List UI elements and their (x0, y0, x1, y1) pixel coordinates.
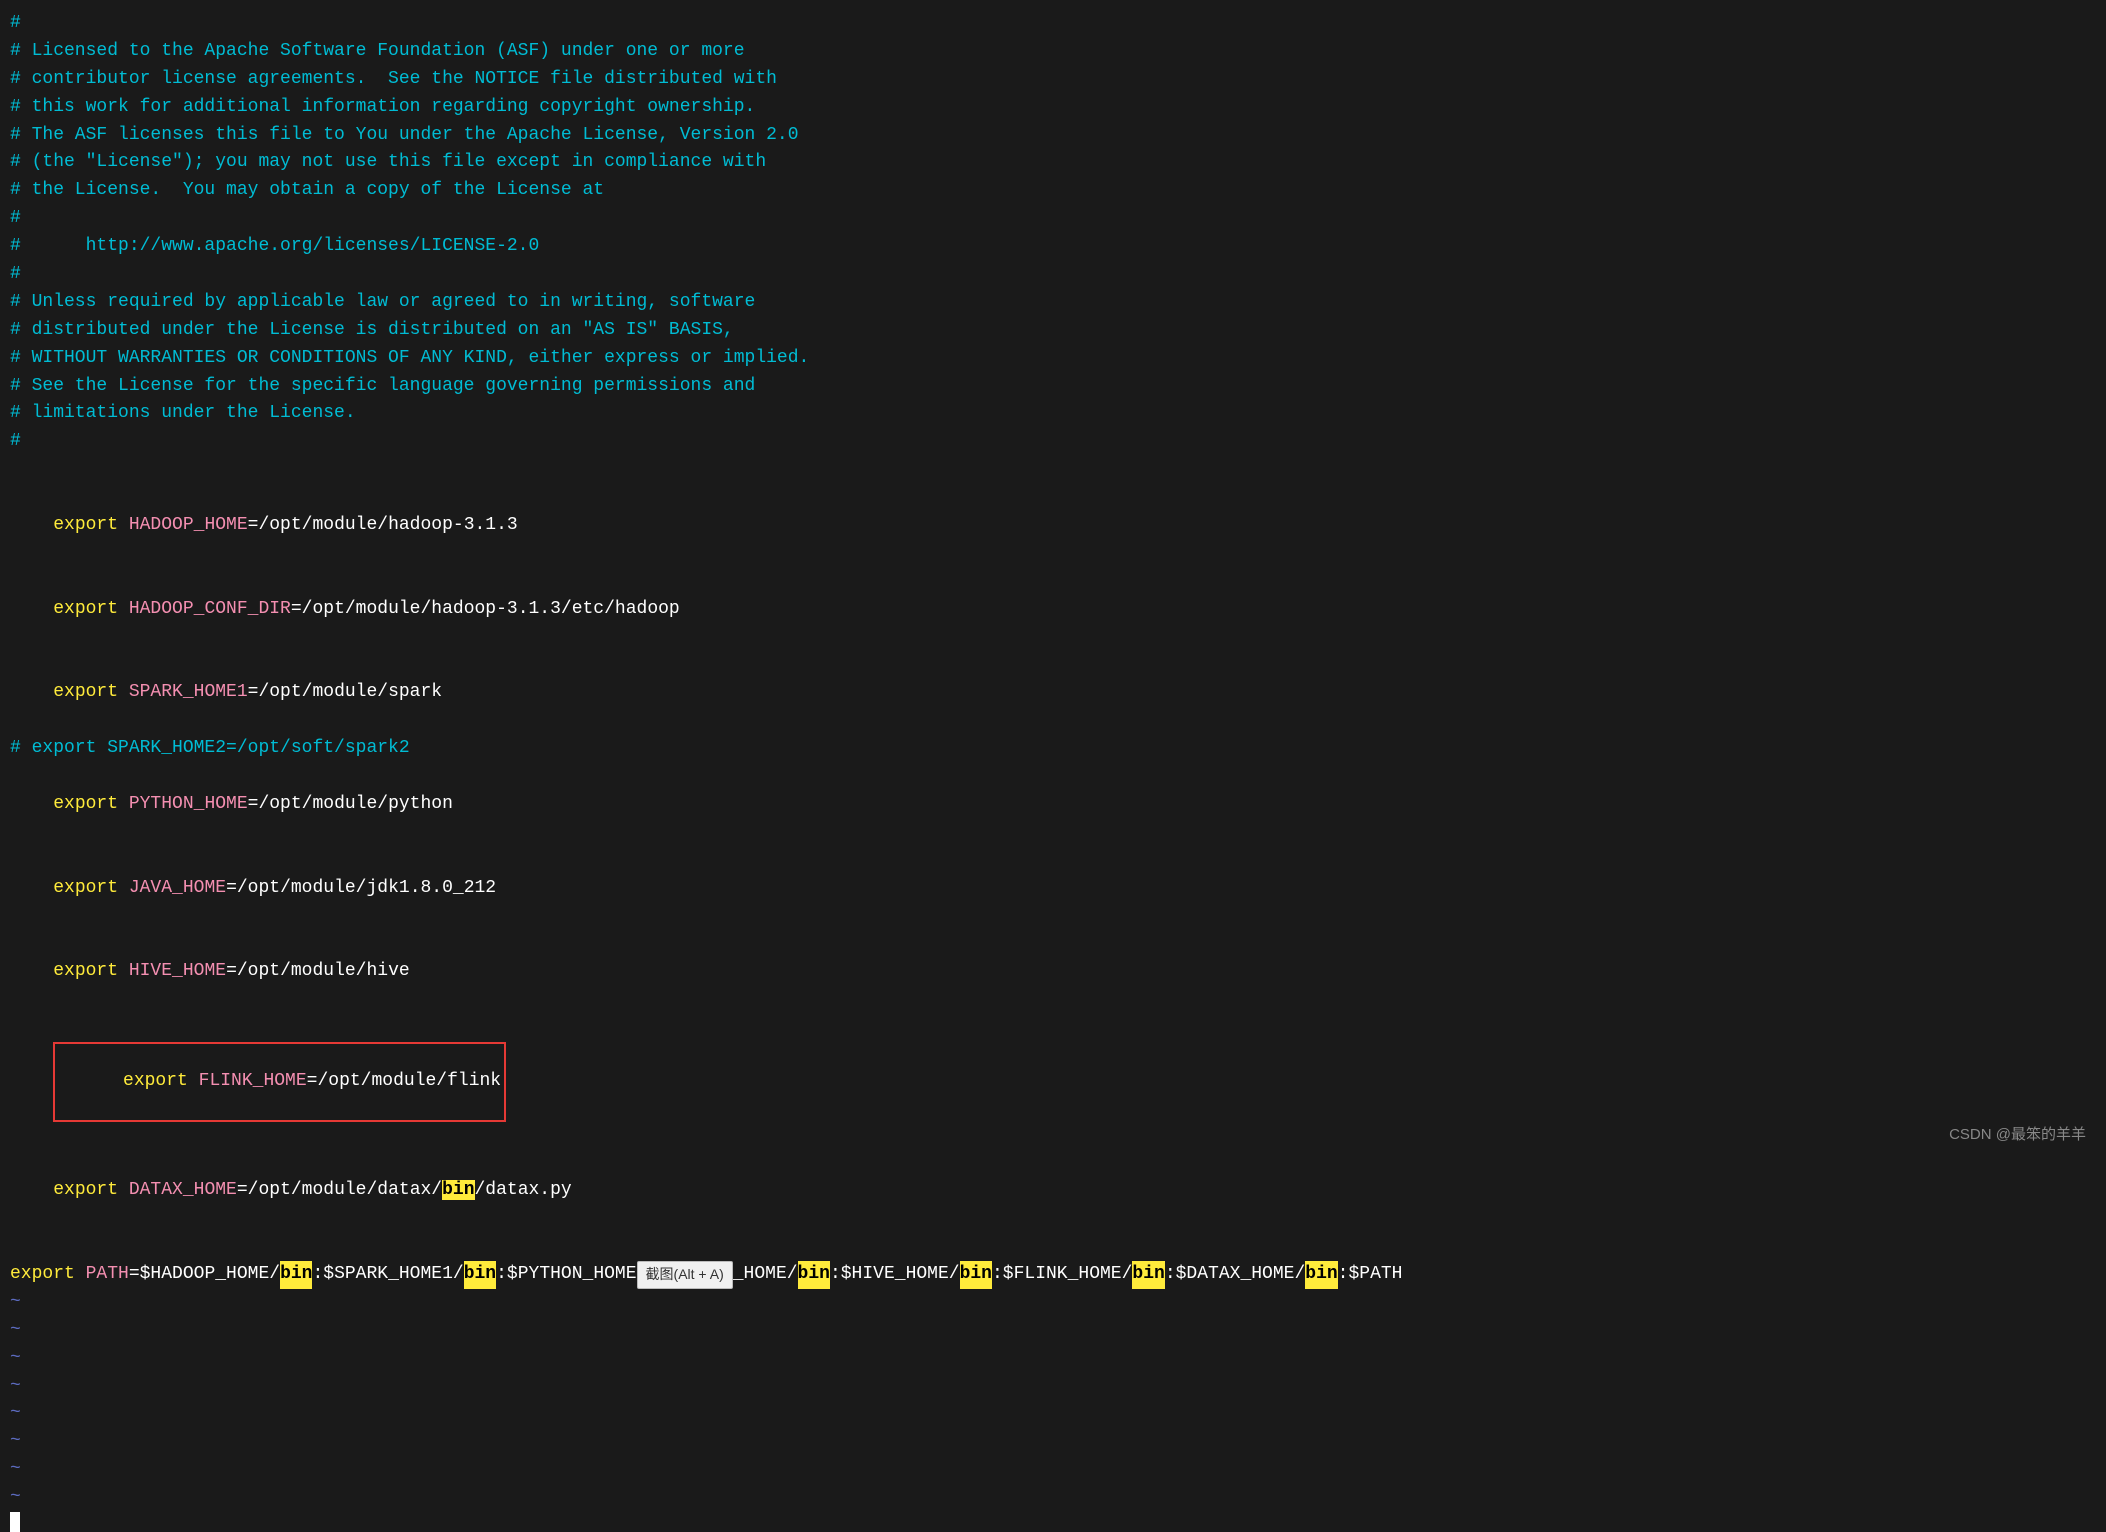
line-empty-2 (10, 1233, 2106, 1261)
tilde-7: ~ (10, 1456, 2106, 1484)
line-12: # distributed under the License is distr… (10, 317, 2106, 345)
line-spark-home1: export SPARK_HOME1=/opt/module/spark (10, 651, 2106, 735)
watermark: CSDN @最笨的羊羊 (1949, 1123, 2086, 1144)
line-11: # Unless required by applicable law or a… (10, 289, 2106, 317)
line-spark-home2-comment: # export SPARK_HOME2=/opt/soft/spark2 (10, 735, 2106, 763)
line-9: # http://www.apache.org/licenses/LICENSE… (10, 233, 2106, 261)
editor-container: # # Licensed to the Apache Software Foun… (0, 0, 2106, 1159)
cursor-line (10, 1512, 2106, 1532)
line-3: # contributor license agreements. See th… (10, 66, 2106, 94)
line-6: # (the "License"); you may not use this … (10, 149, 2106, 177)
tilde-2: ~ (10, 1317, 2106, 1345)
line-hadoop-home: export HADOOP_HOME=/opt/module/hadoop-3.… (10, 484, 2106, 568)
tilde-5: ~ (10, 1400, 2106, 1428)
line-2: # Licensed to the Apache Software Founda… (10, 38, 2106, 66)
line-path: export PATH=$HADOOP_HOME/bin:$SPARK_HOME… (10, 1261, 2106, 1289)
line-13: # WITHOUT WARRANTIES OR CONDITIONS OF AN… (10, 345, 2106, 373)
line-empty-1 (10, 456, 2106, 484)
line-8: # (10, 205, 2106, 233)
line-flink-home: export FLINK_HOME=/opt/module/flink (10, 1014, 2106, 1149)
line-7: # the License. You may obtain a copy of … (10, 177, 2106, 205)
tilde-4: ~ (10, 1373, 2106, 1401)
line-14: # See the License for the specific langu… (10, 373, 2106, 401)
line-hive-home: export HIVE_HOME=/opt/module/hive (10, 930, 2106, 1014)
line-16: # (10, 428, 2106, 456)
line-4: # this work for additional information r… (10, 94, 2106, 122)
line-5: # The ASF licenses this file to You unde… (10, 122, 2106, 150)
line-10: # (10, 261, 2106, 289)
line-python-home: export PYTHON_HOME=/opt/module/python (10, 763, 2106, 847)
line-1: # (10, 10, 2106, 38)
line-hadoop-conf: export HADOOP_CONF_DIR=/opt/module/hadoo… (10, 568, 2106, 652)
tilde-8: ~ (10, 1484, 2106, 1512)
line-datax-home: export DATAX_HOME=/opt/module/datax/bin/… (10, 1149, 2106, 1233)
line-java-home: export JAVA_HOME=/opt/module/jdk1.8.0_21… (10, 847, 2106, 931)
tilde-3: ~ (10, 1345, 2106, 1373)
tilde-1: ~ (10, 1289, 2106, 1317)
line-15: # limitations under the License. (10, 400, 2106, 428)
cursor (10, 1512, 20, 1532)
tilde-6: ~ (10, 1428, 2106, 1456)
